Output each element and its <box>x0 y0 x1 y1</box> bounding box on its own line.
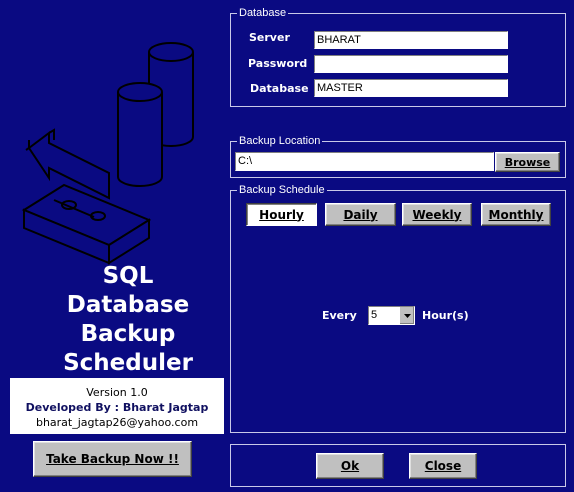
server-input[interactable]: BHARAT <box>314 31 508 49</box>
take-backup-now-button[interactable]: Take Backup Now !! <box>33 441 192 477</box>
app-title-line: Database <box>66 292 190 318</box>
browse-button[interactable]: Browse <box>495 152 560 172</box>
database-backup-logo-icon <box>21 42 194 265</box>
database-label: Database <box>250 82 309 95</box>
email-text: bharat_jagtap26@yahoo.com <box>35 416 199 429</box>
about-info-box: Version 1.0 Developed By : Bharat Jagtap… <box>10 378 224 434</box>
tab-weekly[interactable]: Weekly <box>402 203 472 226</box>
ok-button[interactable]: Ok <box>316 453 384 479</box>
close-button[interactable]: Close <box>409 453 477 479</box>
tab-daily[interactable]: Daily <box>325 203 396 226</box>
password-label: Password <box>248 57 308 70</box>
app-title: SQL Database Backup Scheduler <box>38 262 218 378</box>
database-input[interactable]: MASTER <box>314 79 508 97</box>
unit-label: Hour(s) <box>422 309 469 322</box>
interval-select[interactable]: 5 <box>368 306 415 325</box>
version-text: Version 1.0 <box>86 386 148 399</box>
tab-hourly[interactable]: Hourly <box>246 203 317 226</box>
database-cylinder-icon <box>117 82 163 187</box>
app-title-line: Scheduler <box>63 350 193 376</box>
backup-schedule-legend: Backup Schedule <box>237 183 327 197</box>
app-title-line: SQL <box>102 263 154 289</box>
backup-location-legend: Backup Location <box>237 134 323 148</box>
every-label: Every <box>322 309 357 322</box>
tab-monthly[interactable]: Monthly <box>481 203 551 226</box>
database-group-legend: Database <box>237 6 289 20</box>
server-label: Server <box>249 31 290 44</box>
action-buttons-group <box>230 444 566 487</box>
interval-value: 5 <box>371 309 378 321</box>
app-window: SQL Database Backup Scheduler Version 1.… <box>0 0 574 492</box>
backup-path-input[interactable]: C:\ <box>235 152 494 171</box>
developer-text: Developed By : Bharat Jagtap <box>25 401 209 414</box>
app-title-line: Backup <box>80 321 176 347</box>
password-input[interactable] <box>314 55 508 73</box>
chevron-down-icon[interactable] <box>399 307 414 324</box>
